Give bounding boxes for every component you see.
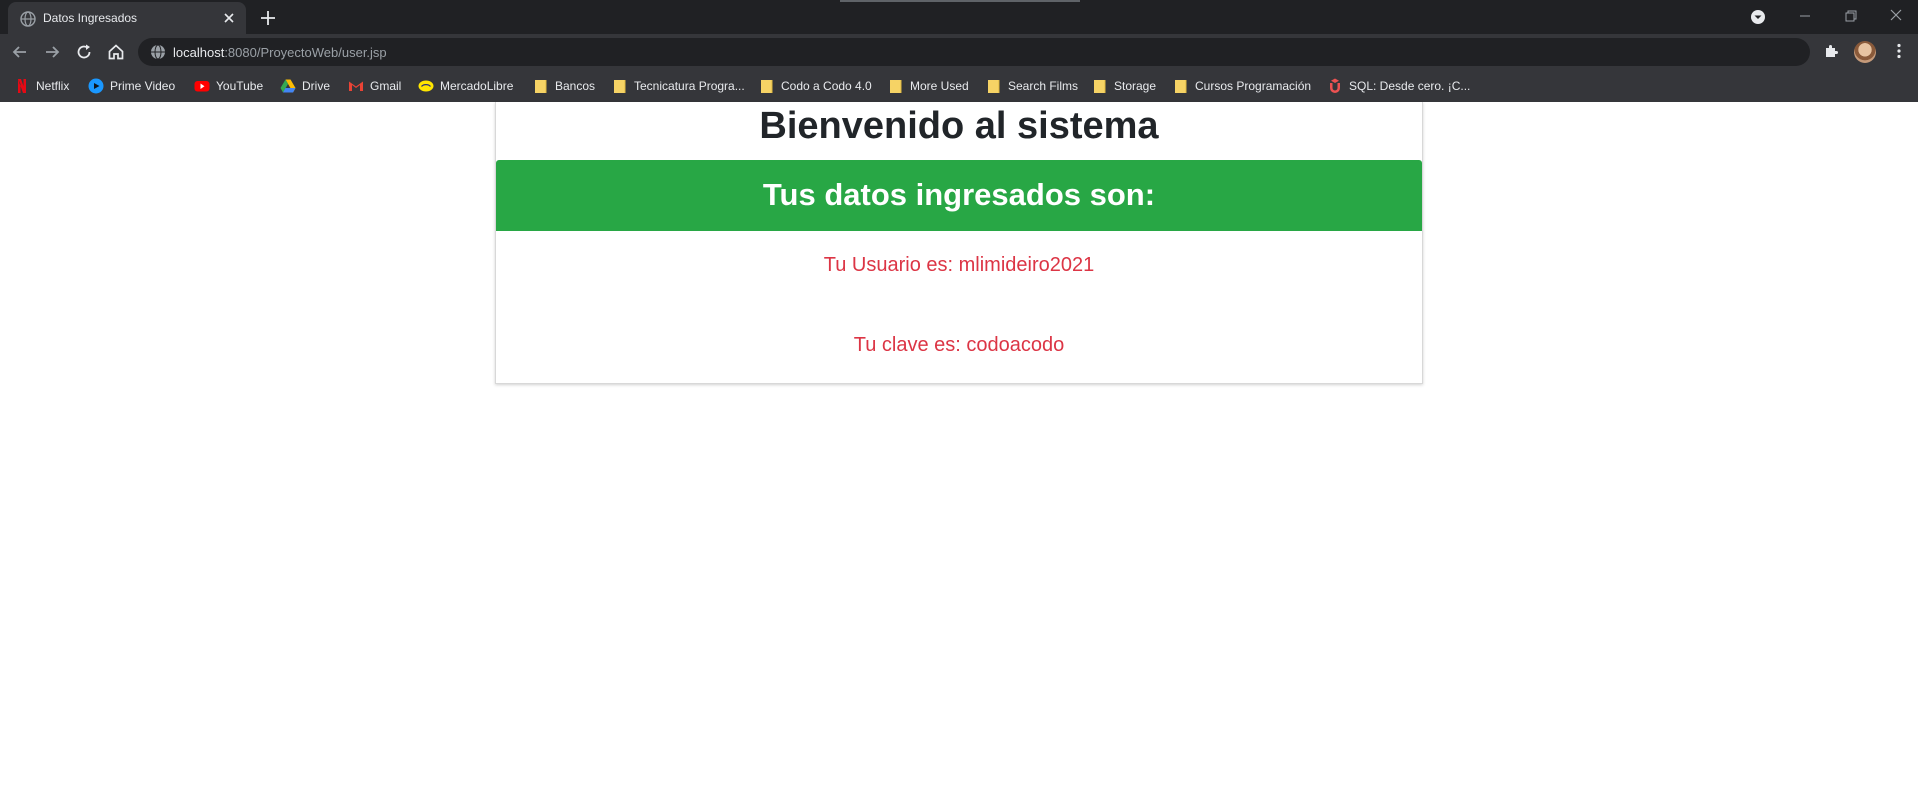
folder-icon <box>1094 80 1106 93</box>
tab-strip: Datos Ingresados <box>0 0 1918 34</box>
password-info-text: Tu clave es: codoacodo <box>853 334 1065 356</box>
bookmark-cursos-programacion[interactable]: Cursos Programación <box>1173 77 1311 95</box>
udemy-icon <box>1330 78 1340 93</box>
tab-search-icon[interactable] <box>1750 9 1766 25</box>
drive-icon <box>280 79 296 93</box>
bookmark-codo-a-codo[interactable]: Codo a Codo 4.0 <box>759 77 872 95</box>
profile-avatar[interactable] <box>1854 41 1876 63</box>
globe-icon <box>20 11 36 27</box>
close-tab-icon[interactable] <box>221 10 237 26</box>
tab-title: Datos Ingresados <box>43 11 138 25</box>
card-header-title: Tus datos ingresados son: <box>762 177 1156 212</box>
bookmark-youtube[interactable]: YouTube <box>194 77 263 95</box>
gmail-icon <box>349 81 363 91</box>
extensions-puzzle-icon[interactable] <box>1823 42 1841 60</box>
home-icon[interactable] <box>106 42 126 62</box>
new-tab-button[interactable] <box>258 8 278 28</box>
forward-arrow-icon[interactable] <box>42 42 62 62</box>
bookmark-netflix[interactable]: Netflix <box>14 77 69 95</box>
bookmark-prime-video[interactable]: Prime Video <box>88 77 175 95</box>
reload-icon[interactable] <box>74 42 94 62</box>
youtube-icon <box>194 81 210 92</box>
user-info-text: Tu Usuario es: mlimideiro2021 <box>823 254 1095 276</box>
netflix-icon <box>18 79 26 93</box>
browser-chrome: Datos Ingresados localhost:8080/Proyecto… <box>0 0 1918 102</box>
bookmark-sql-course[interactable]: SQL: Desde cero. ¡C... <box>1327 77 1470 95</box>
card-header: Tus datos ingresados son: <box>496 160 1422 231</box>
url-host: localhost <box>173 45 225 60</box>
browser-toolbar: localhost:8080/ProyectoWeb/user.jsp <box>0 34 1918 70</box>
folder-icon <box>988 80 1000 93</box>
mercadolibre-icon <box>418 80 434 92</box>
address-bar[interactable]: localhost:8080/ProyectoWeb/user.jsp <box>138 38 1810 66</box>
close-window-icon[interactable] <box>1887 6 1905 24</box>
bookmark-more-used[interactable]: More Used <box>888 77 969 95</box>
bookmark-storage[interactable]: Storage <box>1092 77 1156 95</box>
tab-datos-ingresados[interactable]: Datos Ingresados <box>8 2 246 34</box>
kebab-menu-icon[interactable] <box>1890 42 1908 60</box>
url-text[interactable]: localhost:8080/ProyectoWeb/user.jsp <box>173 45 387 60</box>
folder-icon <box>1175 80 1187 93</box>
bookmark-gmail[interactable]: Gmail <box>348 77 401 95</box>
page-title: Bienvenido al sistema <box>759 105 1159 147</box>
url-path: :8080/ProyectoWeb/user.jsp <box>224 45 387 60</box>
bookmark-search-films[interactable]: Search Films <box>986 77 1078 95</box>
site-info-icon[interactable] <box>150 44 166 60</box>
folder-icon <box>614 80 626 93</box>
bookmark-drive[interactable]: Drive <box>280 77 330 95</box>
bookmarks-bar: Netflix Prime Video YouTube Drive Gmail … <box>0 70 1918 102</box>
bookmark-mercadolibre[interactable]: MercadoLibre <box>418 77 513 95</box>
folder-icon <box>535 80 547 93</box>
prime-video-icon <box>88 78 104 94</box>
welcome-card: Bienvenido al sistema Tus datos ingresad… <box>495 102 1423 384</box>
back-arrow-icon[interactable] <box>10 42 30 62</box>
window-drag-indicator <box>840 0 1080 2</box>
folder-icon <box>890 80 902 93</box>
folder-icon <box>761 80 773 93</box>
restore-icon[interactable] <box>1843 8 1859 24</box>
bookmark-bancos[interactable]: Bancos <box>533 77 595 95</box>
bookmark-tecnicatura[interactable]: Tecnicatura Progra... <box>612 77 745 95</box>
minimize-icon[interactable] <box>1797 8 1813 24</box>
